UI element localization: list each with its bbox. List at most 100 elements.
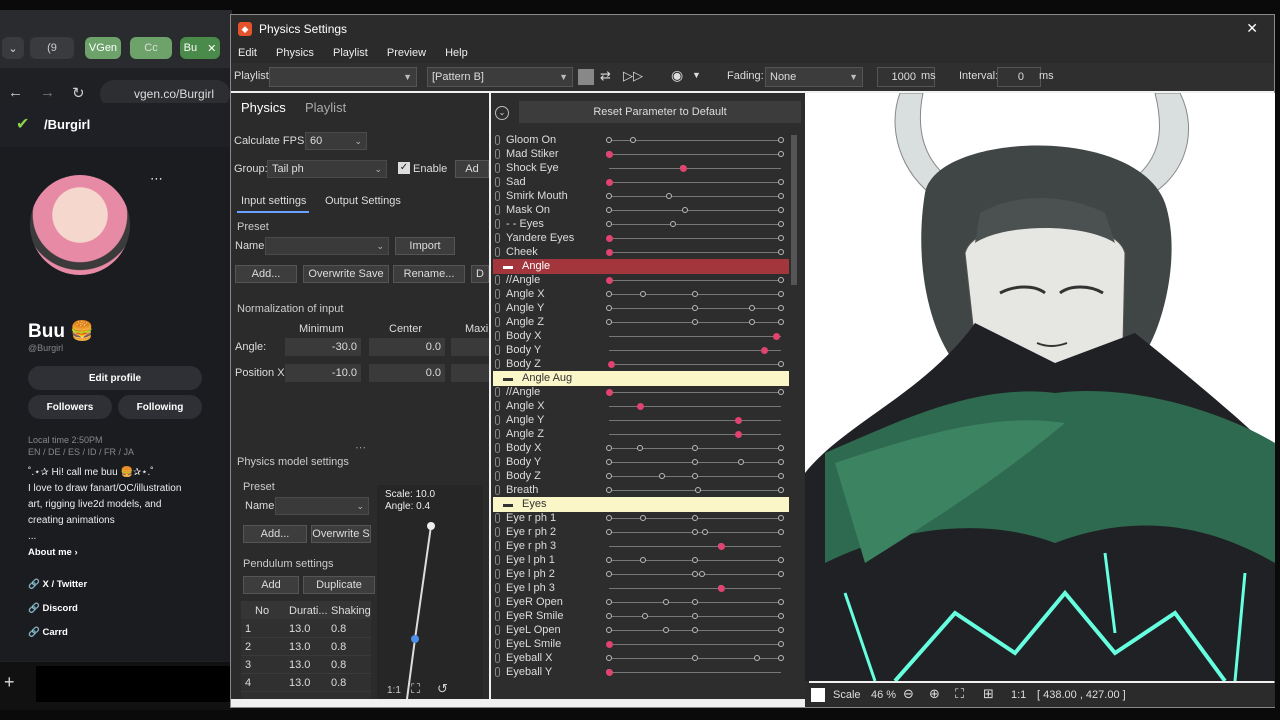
angle-max-input[interactable] bbox=[451, 338, 489, 356]
keyform-dot[interactable] bbox=[692, 291, 698, 297]
profile-handle[interactable]: /Burgirl bbox=[44, 117, 90, 132]
add-group-button[interactable]: Ad bbox=[455, 160, 489, 178]
parameter-slider[interactable] bbox=[609, 417, 781, 424]
parameter-row[interactable]: EyeR Smile bbox=[491, 609, 791, 623]
preview-canvas[interactable] bbox=[805, 93, 1275, 681]
parameter-row[interactable]: - - Eyes bbox=[491, 217, 791, 231]
menu-preview[interactable]: Preview bbox=[387, 47, 426, 59]
parameter-row[interactable]: Angle Y bbox=[491, 301, 791, 315]
parameter-row[interactable]: Angle X bbox=[491, 287, 791, 301]
keyform-dot[interactable] bbox=[640, 515, 647, 521]
parameter-value-marker[interactable] bbox=[735, 417, 742, 424]
parameter-slider[interactable] bbox=[606, 669, 781, 676]
angle-min-input[interactable]: -30.0 bbox=[285, 338, 361, 356]
overwrite-save-button[interactable]: Overwrite Save bbox=[303, 265, 389, 283]
keyform-dot[interactable] bbox=[778, 151, 784, 157]
keyform-dot[interactable] bbox=[778, 235, 784, 241]
parameter-row[interactable]: Eye l ph 1 bbox=[491, 553, 791, 567]
playlist-select[interactable]: ▼ bbox=[269, 67, 417, 87]
keyform-dot[interactable] bbox=[692, 445, 698, 451]
preset-name-select[interactable]: ⌄ bbox=[265, 237, 389, 255]
parameter-value-marker[interactable] bbox=[760, 347, 768, 354]
about-me-link[interactable]: About me › bbox=[28, 547, 78, 558]
chevron-down-icon[interactable]: ▼ bbox=[692, 70, 701, 80]
keyform-dot[interactable] bbox=[606, 221, 612, 227]
stop-icon[interactable] bbox=[578, 69, 594, 85]
parameter-row[interactable]: //Angle bbox=[491, 385, 791, 399]
discord-link[interactable]: 🔗 Discord bbox=[28, 603, 78, 614]
parameter-row[interactable]: Angle Y bbox=[491, 413, 791, 427]
parameter-slider[interactable] bbox=[606, 515, 784, 521]
parameter-row[interactable]: Cheek bbox=[491, 245, 791, 259]
parameter-row[interactable]: Yandere Eyes bbox=[491, 231, 791, 245]
keyform-dot[interactable] bbox=[606, 627, 612, 633]
parameter-row[interactable]: Angle Z bbox=[491, 315, 791, 329]
parameter-value-marker[interactable] bbox=[679, 165, 687, 172]
keyform-dot[interactable] bbox=[692, 305, 698, 311]
delete-button[interactable]: D bbox=[471, 265, 489, 283]
parameter-slider[interactable] bbox=[606, 291, 784, 297]
keyform-dot[interactable] bbox=[778, 599, 784, 605]
background-color-swatch[interactable] bbox=[811, 688, 825, 702]
parameter-row[interactable]: Shock Eye bbox=[491, 161, 791, 175]
parameter-slider[interactable] bbox=[606, 249, 784, 256]
duplicate-button[interactable]: Duplicate bbox=[303, 576, 375, 594]
parameter-value-marker[interactable] bbox=[606, 641, 613, 648]
parameter-row[interactable]: Eye l ph 2 bbox=[491, 567, 791, 581]
menu-edit[interactable]: Edit bbox=[238, 47, 257, 59]
keyform-dot[interactable] bbox=[778, 641, 784, 647]
keyform-dot[interactable] bbox=[692, 599, 698, 605]
pendulum-add-button[interactable]: Add bbox=[243, 576, 299, 594]
keyform-dot[interactable] bbox=[778, 319, 784, 325]
pendulum-weight[interactable] bbox=[411, 635, 419, 643]
keyform-dot[interactable] bbox=[662, 627, 669, 633]
parameter-group[interactable]: ▬ Eyes bbox=[493, 497, 789, 512]
reload-icon[interactable]: ↻ bbox=[72, 84, 85, 102]
pendulum-pivot[interactable] bbox=[427, 522, 435, 530]
keyform-dot[interactable] bbox=[681, 207, 688, 213]
keyform-dot[interactable] bbox=[606, 473, 612, 479]
parameter-row[interactable]: Angle X bbox=[491, 399, 791, 413]
keyform-dot[interactable] bbox=[640, 291, 647, 297]
splitter-handle[interactable]: ⋯ bbox=[355, 441, 366, 454]
keyform-dot[interactable] bbox=[778, 277, 784, 283]
model-overwrite-button[interactable]: Overwrite S bbox=[311, 525, 371, 543]
parameter-slider[interactable] bbox=[606, 445, 784, 451]
keyform-dot[interactable] bbox=[778, 305, 784, 311]
parameter-slider[interactable] bbox=[609, 585, 781, 592]
keyform-dot[interactable] bbox=[659, 473, 666, 479]
parameter-value-marker[interactable] bbox=[606, 179, 613, 186]
model-name-select[interactable]: ⌄ bbox=[275, 497, 369, 515]
keyform-dot[interactable] bbox=[606, 529, 612, 535]
keyform-dot[interactable] bbox=[692, 655, 698, 661]
keyform-dot[interactable] bbox=[778, 655, 784, 661]
parameter-slider[interactable] bbox=[609, 347, 781, 354]
parameter-row[interactable]: Eye r ph 3 bbox=[491, 539, 791, 553]
keyform-dot[interactable] bbox=[778, 487, 784, 493]
parameter-row[interactable]: Angle Z bbox=[491, 427, 791, 441]
close-icon[interactable]: ✕ bbox=[207, 42, 216, 55]
keyform-dot[interactable] bbox=[778, 207, 784, 213]
menu-help[interactable]: Help bbox=[445, 47, 468, 59]
parameter-slider[interactable] bbox=[609, 431, 781, 438]
parameter-slider[interactable] bbox=[606, 459, 784, 465]
keyform-dot[interactable] bbox=[778, 221, 784, 227]
keyform-dot[interactable] bbox=[606, 487, 612, 493]
parameter-row[interactable]: Mask On bbox=[491, 203, 791, 217]
parameter-row[interactable]: Eyeball X bbox=[491, 651, 791, 665]
parameter-row[interactable]: Body Y bbox=[491, 455, 791, 469]
parameter-row[interactable]: EyeL Smile bbox=[491, 637, 791, 651]
ratio-button[interactable]: 1:1 bbox=[387, 685, 401, 696]
menu-physics[interactable]: Physics bbox=[276, 47, 314, 59]
back-icon[interactable]: ← bbox=[8, 84, 23, 101]
parameter-value-marker[interactable] bbox=[606, 669, 613, 676]
table-row[interactable]: 1 13.0 0.8 bbox=[241, 621, 371, 638]
keyform-dot[interactable] bbox=[606, 557, 612, 563]
parameter-value-marker[interactable] bbox=[717, 543, 725, 550]
twitter-link[interactable]: 🔗 X / Twitter bbox=[28, 579, 87, 590]
parameter-row[interactable]: Mad Stiker bbox=[491, 147, 791, 161]
parameter-row[interactable]: Body Y bbox=[491, 343, 791, 357]
keyform-dot[interactable] bbox=[662, 599, 669, 605]
parameter-value-marker[interactable] bbox=[606, 249, 613, 256]
parameter-slider[interactable] bbox=[606, 655, 784, 661]
